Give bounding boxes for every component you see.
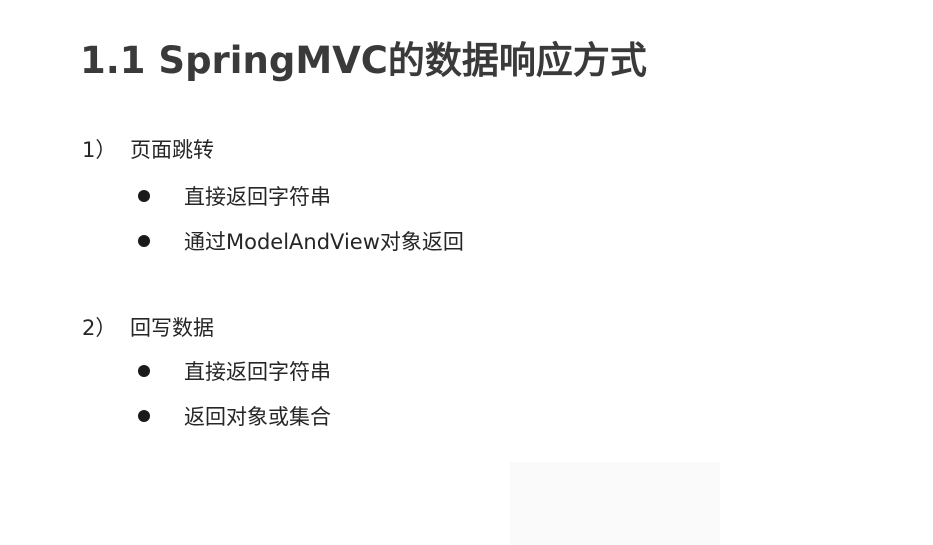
bullet-list: 直接返回字符串 通过ModelAndView对象返回 <box>82 173 464 263</box>
list-item-text: 直接返回字符串 <box>184 184 331 209</box>
list-item: 通过ModelAndView对象返回 <box>82 218 464 263</box>
section-number: 2） <box>82 316 117 340</box>
list-item-text: 返回对象或集合 <box>184 404 331 429</box>
section-heading: 2） 回写数据 <box>82 310 331 344</box>
bullet-icon <box>138 189 150 202</box>
section-write-back-data: 2） 回写数据 直接返回字符串 返回对象或集合 <box>82 310 331 438</box>
section-title: 回写数据 <box>130 316 214 340</box>
list-item: 直接返回字符串 <box>82 173 464 218</box>
bullet-list: 直接返回字符串 返回对象或集合 <box>82 348 331 438</box>
section-heading: 1） 页面跳转 <box>82 132 464 166</box>
slide: 1.1 SpringMVC的数据响应方式 1） 页面跳转 直接返回字符串 通过M… <box>0 0 933 545</box>
bullet-icon <box>138 234 150 247</box>
bullet-icon <box>138 409 150 422</box>
slide-title: 1.1 SpringMVC的数据响应方式 <box>80 39 647 82</box>
section-number: 1） <box>82 138 117 162</box>
section-page-redirect: 1） 页面跳转 直接返回字符串 通过ModelAndView对象返回 <box>82 132 464 263</box>
list-item-text: 通过ModelAndView对象返回 <box>184 229 464 254</box>
list-item-text: 直接返回字符串 <box>184 359 331 384</box>
list-item: 返回对象或集合 <box>82 393 331 438</box>
list-item: 直接返回字符串 <box>82 348 331 393</box>
section-title: 页面跳转 <box>130 138 214 162</box>
bullet-icon <box>138 364 150 377</box>
faint-overlay-region <box>510 462 720 545</box>
